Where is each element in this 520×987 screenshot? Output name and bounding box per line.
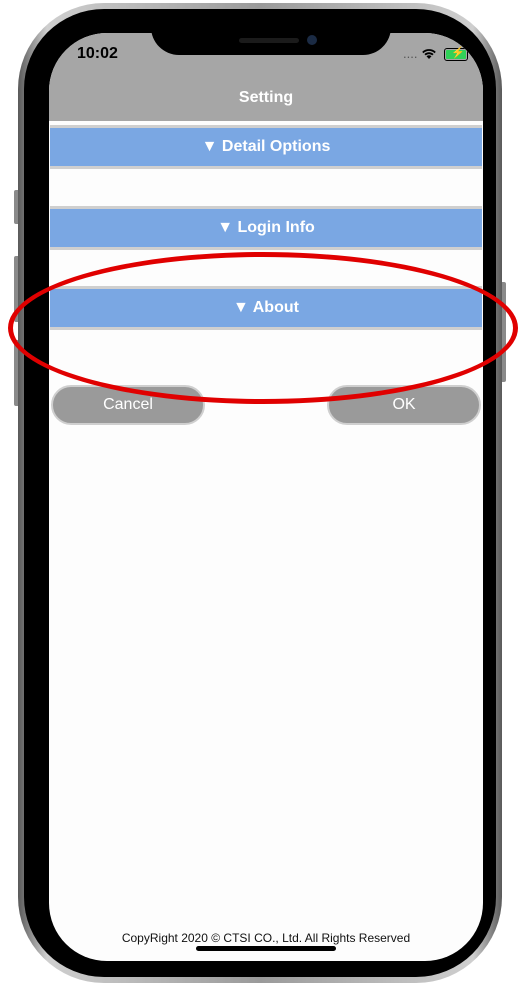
page-title: Setting (238, 89, 294, 106)
signal-icon: .... (403, 46, 418, 61)
wifi-icon (421, 45, 441, 61)
annotation-ellipse (8, 252, 518, 404)
notch (151, 33, 391, 55)
section-login-info[interactable]: ▼ Login Info (50, 206, 482, 250)
status-time: 10:02 (77, 45, 118, 62)
battery-charging-icon: ⚡ (443, 47, 468, 62)
section-detail-options[interactable]: ▼ Detail Options (50, 125, 482, 169)
status-icons: .... ⚡ (403, 45, 468, 62)
home-indicator (196, 946, 336, 951)
speaker-grille (239, 38, 299, 43)
copyright-footer: CopyRight 2020 © CTSI CO., Ltd. All Righ… (121, 931, 411, 945)
phone-screen: 10:02 .... ⚡ Setting ▼ Detail Options ▼ … (49, 33, 483, 961)
front-camera-icon (307, 35, 317, 45)
